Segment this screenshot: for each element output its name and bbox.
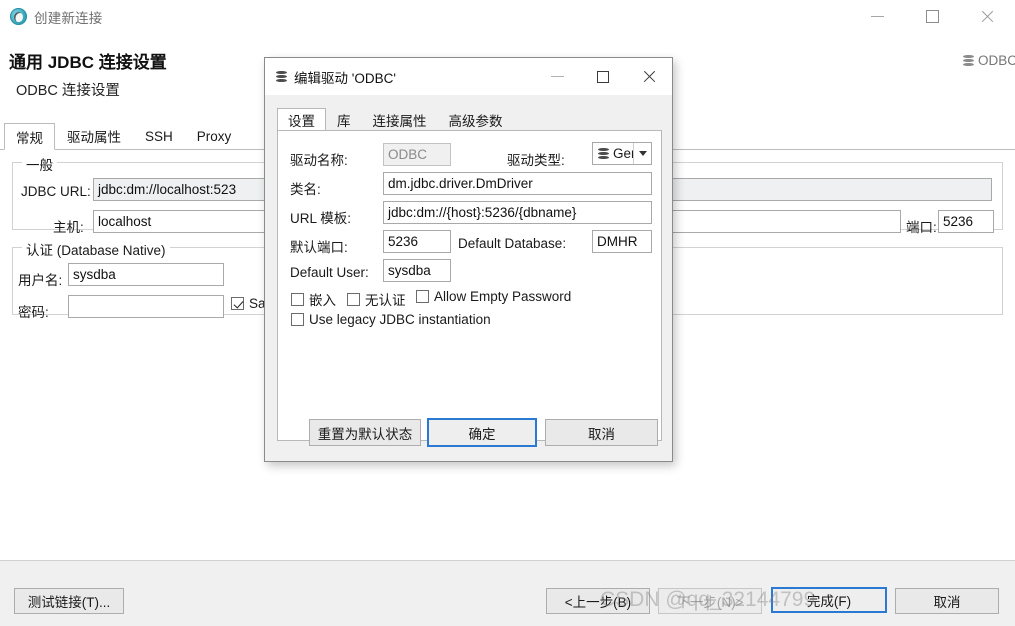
database-icon <box>598 147 609 160</box>
dialog-tab-libraries-label: 库 <box>337 113 351 129</box>
dialog-driver-type-value: Ger <box>613 146 633 161</box>
duck-app-icon <box>10 8 27 25</box>
tab-driver-properties-label: 驱动属性 <box>67 130 121 145</box>
driver-badge: ODBC <box>962 53 1015 68</box>
minimize-icon <box>871 16 884 17</box>
dialog-tab-settings[interactable]: 设置 <box>277 108 326 132</box>
dialog-tab-settings-label: 设置 <box>288 114 315 129</box>
dialog-title: 编辑驱动 'ODBC' <box>294 70 396 86</box>
dialog-url-template-label: URL 模板: <box>290 211 352 226</box>
dialog-ok-button[interactable]: 确定 <box>427 418 537 447</box>
tab-proxy[interactable]: Proxy <box>185 122 244 149</box>
window-title-group: 创建新连接 <box>0 7 103 27</box>
bottom-bar: 测试链接(T)... <上一步(B) 下一步(N)> 完成(F) 取消 <box>0 560 1015 626</box>
close-icon <box>642 69 657 84</box>
dialog-settings-panel: 驱动名称: ODBC 驱动类型: Ger 类名: dm.jdbc.driver.… <box>277 130 662 441</box>
driver-badge-label: ODBC <box>977 53 1015 68</box>
database-icon <box>962 54 974 67</box>
dialog-class-name-label: 类名: <box>290 182 321 197</box>
checkbox-icon <box>416 290 429 303</box>
dialog-title-bar: 编辑驱动 'ODBC' <box>265 58 672 95</box>
checkbox-icon <box>231 297 244 310</box>
tab-general-label: 常规 <box>16 130 43 146</box>
close-button[interactable] <box>960 0 1015 33</box>
dialog-tab-advanced-parameters-label: 高级参数 <box>448 113 503 129</box>
username-label: 用户名: <box>18 273 63 288</box>
username-input[interactable]: sysdba <box>68 263 224 286</box>
dialog-default-database-input[interactable]: DMHR <box>592 230 652 253</box>
dialog-driver-type-label: 驱动类型: <box>507 153 565 168</box>
page-title: 通用 JDBC 连接设置 <box>9 53 167 72</box>
maximize-button[interactable] <box>905 0 960 33</box>
close-icon <box>980 9 995 24</box>
checkbox-icon <box>291 292 304 306</box>
window-title-bar: 创建新连接 <box>0 0 1015 33</box>
password-input[interactable] <box>68 295 224 318</box>
dialog-minimize-button[interactable] <box>534 58 580 95</box>
tab-ssh[interactable]: SSH <box>133 122 185 149</box>
general-group-legend: 一般 <box>22 154 57 174</box>
tab-proxy-label: Proxy <box>196 128 232 144</box>
dialog-driver-type-value-group: Ger <box>593 146 633 161</box>
dialog-driver-type-select[interactable]: Ger <box>592 142 652 165</box>
dialog-reset-button[interactable]: 重置为默认状态 <box>309 419 421 446</box>
dialog-driver-name-input: ODBC <box>383 143 451 166</box>
edit-driver-dialog: 编辑驱动 'ODBC' 设置 库 连接属性 高级参数 驱动名称: ODBC 驱动… <box>264 57 673 462</box>
jdbc-url-label: JDBC URL: <box>21 184 91 199</box>
dialog-cancel-button[interactable]: 取消 <box>545 419 658 446</box>
auth-group-legend: 认证 (Database Native) <box>22 239 170 259</box>
tab-general[interactable]: 常规 <box>4 123 55 150</box>
test-connection-button[interactable]: 测试链接(T)... <box>14 588 124 614</box>
app-window: 创建新连接 通用 JDBC 连接设置 ODBC 连接设置 ODBC 常规 驱动属… <box>0 0 1015 626</box>
dialog-window-controls <box>534 58 672 95</box>
dialog-driver-name-label: 驱动名称: <box>290 153 348 168</box>
cancel-button[interactable]: 取消 <box>895 588 999 614</box>
tab-driver-properties[interactable]: 驱动属性 <box>55 122 133 149</box>
dialog-checkbox-embedded[interactable]: 嵌入 <box>291 289 336 309</box>
minimize-button[interactable] <box>850 0 905 33</box>
port-label: 端口: <box>906 220 937 235</box>
back-button[interactable]: <上一步(B) <box>546 588 650 614</box>
maximize-icon <box>597 70 609 83</box>
checkbox-icon <box>291 313 304 326</box>
tab-ssh-label: SSH <box>145 128 173 144</box>
dialog-class-name-input[interactable]: dm.jdbc.driver.DmDriver <box>383 172 652 195</box>
dialog-maximize-button[interactable] <box>580 58 626 95</box>
minimize-icon <box>550 76 564 77</box>
dialog-checkbox-legacy-jdbc[interactable]: Use legacy JDBC instantiation <box>291 312 491 327</box>
dialog-close-button[interactable] <box>626 58 672 95</box>
dialog-checkbox-legacy-jdbc-label: Use legacy JDBC instantiation <box>309 312 491 327</box>
dialog-checkbox-no-auth-label: 无认证 <box>365 293 406 308</box>
chevron-down-icon[interactable] <box>633 143 651 164</box>
page-subtitle: ODBC 连接设置 <box>16 83 120 99</box>
dialog-url-template-input[interactable]: jdbc:dm://{host}:5236/{dbname} <box>383 201 652 224</box>
dialog-default-user-label: Default User: <box>290 265 369 280</box>
checkbox-icon <box>347 292 360 306</box>
dialog-tab-advanced-parameters[interactable]: 高级参数 <box>438 107 514 131</box>
dialog-checkbox-allow-empty-password[interactable]: Allow Empty Password <box>416 289 571 304</box>
password-label: 密码: <box>18 305 49 320</box>
host-label: 主机: <box>53 220 84 235</box>
dialog-default-user-input[interactable]: sysdba <box>383 259 451 282</box>
dialog-default-port-input[interactable]: 5236 <box>383 230 451 253</box>
next-button: 下一步(N)> <box>658 588 762 614</box>
window-title: 创建新连接 <box>34 10 103 26</box>
dialog-title-group: 编辑驱动 'ODBC' <box>265 67 396 87</box>
dialog-tab-strip: 设置 库 连接属性 高级参数 <box>277 106 662 132</box>
dialog-checkbox-allow-empty-password-label: Allow Empty Password <box>434 289 572 304</box>
finish-button[interactable]: 完成(F) <box>771 587 887 613</box>
dialog-default-database-label: Default Database: <box>458 236 567 251</box>
dialog-default-port-label: 默认端口: <box>290 240 348 255</box>
database-icon <box>276 70 287 83</box>
dialog-checkbox-no-auth[interactable]: 无认证 <box>347 289 406 309</box>
port-input[interactable]: 5236 <box>938 210 994 233</box>
dialog-tab-connection-properties[interactable]: 连接属性 <box>362 107 438 131</box>
dialog-checkbox-embedded-label: 嵌入 <box>309 293 336 308</box>
dialog-tab-connection-properties-label: 连接属性 <box>372 113 427 129</box>
window-controls <box>850 0 1015 33</box>
maximize-icon <box>926 10 939 23</box>
save-password-checkbox[interactable]: Sa <box>231 296 266 311</box>
dialog-tab-libraries[interactable]: 库 <box>326 107 362 131</box>
